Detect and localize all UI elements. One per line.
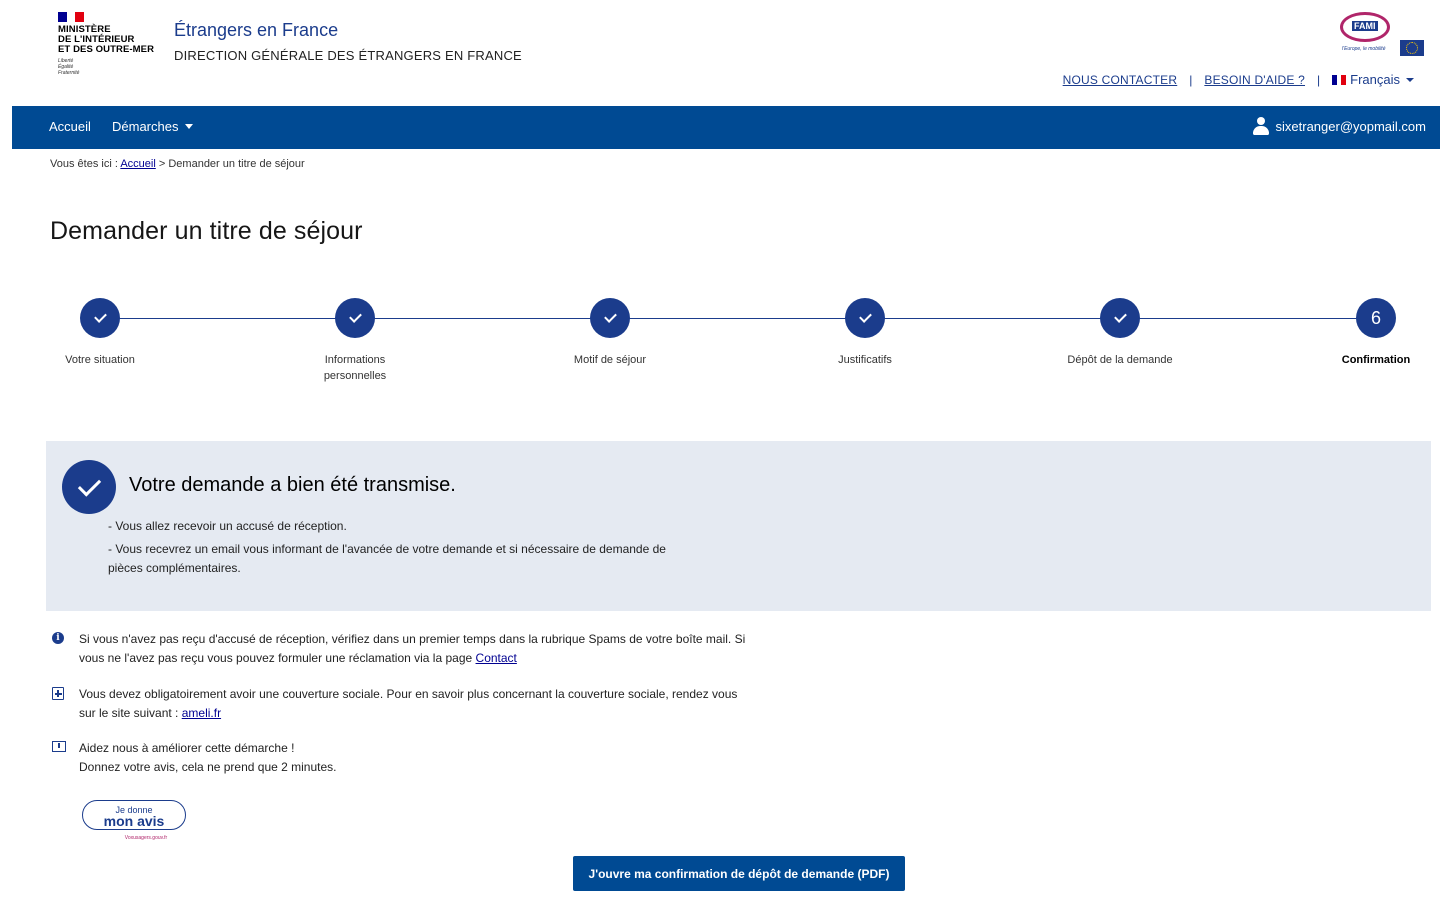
- help-link[interactable]: BESOIN D'AIDE ?: [1204, 73, 1305, 87]
- feedback-icon: [52, 741, 66, 755]
- success-title: Votre demande a bien été transmise.: [129, 474, 456, 496]
- site-header: MINISTÈRE DE L'INTÉRIEUR ET DES OUTRE-ME…: [0, 0, 1440, 106]
- feedback-info: Aidez nous à améliorer cette démarche ! …: [52, 739, 752, 779]
- spam-info: i Si vous n'avez pas reçu d'accusé de ré…: [52, 630, 752, 670]
- check-icon: [845, 298, 885, 338]
- fami-logo: FAMI l'Europe, le mobilité: [1340, 12, 1426, 60]
- ameli-link[interactable]: ameli.fr: [182, 706, 221, 720]
- step-label: Justificatifs: [838, 354, 892, 366]
- social-coverage-text: Vous devez obligatoirement avoir une cou…: [79, 687, 738, 720]
- open-pdf-confirmation-button[interactable]: J'ouvre ma confirmation de dépôt de dema…: [573, 856, 905, 891]
- avis-source: Voxusagers.gouv.fr: [124, 835, 168, 841]
- check-icon: [335, 298, 375, 338]
- french-flag-icon: [1332, 74, 1347, 85]
- user-account-menu[interactable]: sixetranger@yopmail.com: [1252, 117, 1426, 135]
- breadcrumb-separator: >: [158, 158, 166, 170]
- step-motif-de-sejour: Motif de séjour: [540, 298, 680, 368]
- fami-label: FAMI: [1352, 21, 1378, 31]
- step-label: Dépôt de la demande: [1067, 354, 1173, 366]
- link-separator: |: [1317, 72, 1321, 87]
- caret-down-icon: [185, 124, 194, 129]
- progress-stepper: Votre situation Informations personnelle…: [0, 298, 1440, 398]
- breadcrumb-current: Demander un titre de séjour: [168, 158, 305, 170]
- check-icon: [1100, 298, 1140, 338]
- caret-down-icon: [1406, 77, 1414, 82]
- link-separator: |: [1189, 72, 1193, 87]
- eu-flag-icon: [1400, 40, 1424, 56]
- step-depot-de-la-demande: Dépôt de la demande: [1050, 298, 1190, 368]
- spam-info-text: Si vous n'avez pas reçu d'accusé de réce…: [79, 632, 746, 665]
- header-links: NOUS CONTACTER | BESOIN D'AIDE ? | Franç…: [1063, 72, 1414, 87]
- medical-box-icon: [52, 687, 66, 701]
- check-icon: [590, 298, 630, 338]
- step-label: Motif de séjour: [573, 354, 647, 366]
- french-flag-icon: [58, 12, 85, 22]
- check-circle-icon: [62, 460, 116, 514]
- success-line: - Vous recevrez un email vous informant …: [108, 542, 666, 575]
- language-selector[interactable]: Français: [1332, 72, 1414, 87]
- republic-motto: Liberté Égalité Fraternité: [58, 58, 80, 76]
- fami-tagline: l'Europe, le mobilité: [1342, 46, 1386, 52]
- step-informations-personnelles: Informations personnelles: [285, 298, 425, 384]
- step-votre-situation: Votre situation: [30, 298, 170, 368]
- breadcrumb-home-link[interactable]: Accueil: [120, 158, 155, 170]
- page-title: Demander un titre de séjour: [50, 217, 363, 245]
- step-label: Informations personnelles: [323, 354, 387, 382]
- je-donne-mon-avis-button[interactable]: Je donne mon avis Voxusagers.gouv.fr: [82, 800, 190, 848]
- nav-home[interactable]: Accueil: [49, 119, 91, 134]
- contact-page-link[interactable]: Contact: [476, 651, 517, 665]
- feedback-text: Aidez nous à améliorer cette démarche ! …: [79, 741, 337, 774]
- success-alert: Votre demande a bien été transmise. - Vo…: [46, 441, 1431, 611]
- nav-demarches-label: Démarches: [112, 119, 179, 134]
- site-subtitle: DIRECTION GÉNÉRALE DES ÉTRANGERS EN FRAN…: [174, 48, 522, 63]
- user-email: sixetranger@yopmail.com: [1275, 118, 1426, 134]
- ministry-logo[interactable]: MINISTÈRE DE L'INTÉRIEUR ET DES OUTRE-ME…: [58, 12, 158, 76]
- language-label: Français: [1350, 72, 1400, 87]
- step-justificatifs: Justificatifs: [795, 298, 935, 368]
- site-title[interactable]: Étrangers en France: [174, 20, 338, 41]
- avis-pill: Je donne mon avis: [82, 800, 186, 830]
- contact-link[interactable]: NOUS CONTACTER: [1063, 73, 1178, 87]
- step-number: 6: [1356, 298, 1396, 338]
- breadcrumb-prefix: Vous êtes ici :: [50, 158, 118, 170]
- nav-demarches-dropdown[interactable]: Démarches: [112, 119, 194, 134]
- check-icon: [80, 298, 120, 338]
- step-label: Confirmation: [1341, 354, 1411, 366]
- user-icon: [1252, 117, 1269, 135]
- step-confirmation: 6 Confirmation: [1306, 298, 1440, 368]
- avis-main-text: mon avis: [103, 813, 165, 829]
- social-coverage-info: Vous devez obligatoirement avoir une cou…: [52, 685, 752, 725]
- info-icon: i: [52, 632, 66, 646]
- main-navbar: Accueil Démarches sixetranger@yopmail.co…: [12, 106, 1440, 149]
- success-messages: - Vous allez recevoir un accusé de récep…: [108, 517, 668, 582]
- step-label: Votre situation: [65, 354, 135, 366]
- ministry-name-line: ET DES OUTRE-MER: [58, 44, 155, 55]
- breadcrumb: Vous êtes ici : Accueil > Demander un ti…: [50, 158, 305, 170]
- success-line: - Vous allez recevoir un accusé de récep…: [108, 519, 347, 533]
